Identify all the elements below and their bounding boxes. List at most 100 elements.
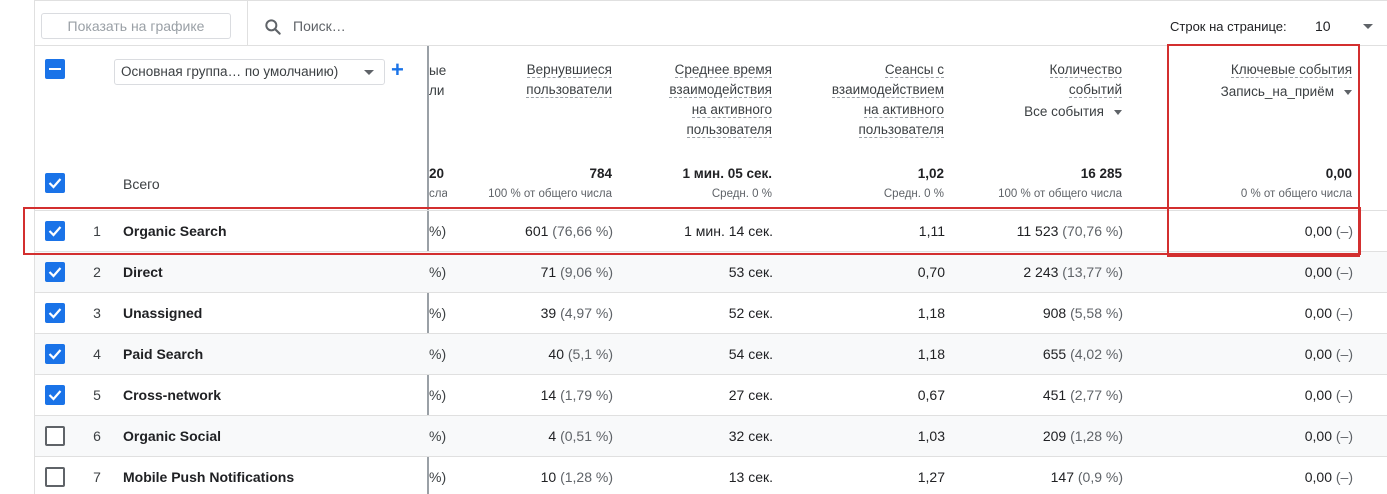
check-icon [48,226,62,237]
row-key-value: 0,00 [1304,305,1332,321]
header-line: Сеансы с [884,62,944,78]
row-returning-value: 14 [540,387,557,403]
row-avg-time: 53 сек. [728,264,773,280]
row-avg-time: 54 сек. [728,346,773,362]
check-icon [48,178,62,189]
row-checkbox[interactable] [45,303,65,323]
plus-icon[interactable]: + [391,57,404,83]
row-events: 2 243 (13,77 %) [1023,264,1123,280]
header-line: событий [1068,82,1122,98]
row-channel-name[interactable]: Paid Search [123,346,203,362]
row-index: 7 [93,469,101,485]
row-events-value: 2 243 [1023,264,1059,280]
header-key-events[interactable]: Ключевые события Запись_на_приём [1221,60,1352,102]
row-channel-name[interactable]: Direct [123,264,163,280]
header-returning-users[interactable]: Вернувшиеся пользователи [526,60,612,100]
header-line: пользователя [686,122,772,138]
totals-events-sub: 100 % от общего числа [998,188,1122,200]
row-events: 11 523 (70,76 %) [1017,223,1123,239]
row-avg-time: 1 мин. 14 сек. [684,223,773,239]
row-channel-name[interactable]: Organic Search [123,223,227,239]
totals-sessions: 1,02 [917,166,944,181]
search-input[interactable] [293,15,593,37]
table-row[interactable]: 4 Paid Search%) 40 (5,1 %) 54 сек. 1,18 655 (… [35,333,1387,374]
totals-returning-sub: 100 % от общего числа [488,188,612,200]
row-avg-time: 52 сек. [728,305,773,321]
header-cut-line: ли [429,83,445,98]
row-key-pct: (–) [1335,305,1353,321]
row-cut-value: %) [429,428,447,444]
totals-label: Всего [123,176,160,192]
rows-per-page-select[interactable]: 10 [1315,18,1331,34]
plot-rows-button[interactable]: Показать на графике [41,13,231,39]
totals-key-events-sub: 0 % от общего числа [1240,188,1352,200]
row-key-events: 0,00 (–) [1305,305,1353,321]
row-key-pct: (–) [1335,346,1353,362]
row-cut-value: %) [429,387,447,403]
row-index: 2 [93,264,101,280]
events-filter-dropdown[interactable]: Все события [1024,102,1122,122]
dimension-selector[interactable]: Основная группа… по умолчанию) [114,59,385,85]
totals-cut-sub: сла [429,188,447,200]
row-key-events: 0,00 (–) [1305,223,1353,239]
row-channel-name[interactable]: Organic Social [123,428,221,444]
totals-key-events: 0,00 [1325,166,1352,181]
row-key-value: 0,00 [1304,264,1332,280]
totals-avg-time: 1 мин. 05 сек. [682,166,773,181]
row-channel-name[interactable]: Cross-network [123,387,221,403]
row-index: 3 [93,305,101,321]
search-icon[interactable] [263,17,283,37]
totals-checkbox[interactable] [45,173,65,193]
row-cut-value: %) [429,346,447,362]
row-checkbox[interactable] [45,262,65,282]
row-key-value: 0,00 [1304,387,1332,403]
header-avg-engagement-time[interactable]: Среднее время взаимодействия на активног… [669,60,772,140]
row-returning-value: 71 [540,264,557,280]
table-row[interactable]: 6 Organic Social%) 4 (0,51 %) 32 сек. 1,03 20… [35,415,1387,456]
row-cut-value: %) [429,223,447,239]
row-sessions: 1,18 [917,346,945,362]
table-row[interactable]: 1 Organic Search%) 601 (76,66 %) 1 мин. 14 … [35,210,1387,251]
row-checkbox[interactable] [45,426,65,446]
table-row[interactable]: 2 Direct%) 71 (9,06 %) 53 сек. 0,70 2 243 (13… [35,251,1387,292]
row-returning: 40 (5,1 %) [548,346,613,362]
chevron-down-icon[interactable] [1363,24,1373,29]
row-events-pct: (1,28 %) [1070,428,1123,444]
row-key-pct: (–) [1335,428,1353,444]
row-returning: 39 (4,97 %) [541,305,613,321]
row-returning-value: 10 [540,469,557,485]
row-returning-value: 601 [525,223,549,239]
dimension-selector-label: Основная группа… по умолчанию) [121,64,339,79]
row-events-pct: (5,58 %) [1070,305,1123,321]
row-key-value: 0,00 [1304,346,1332,362]
row-checkbox[interactable] [45,344,65,364]
header-line: пользователи [526,82,612,98]
header-line: Среднее время [674,62,772,78]
row-returning: 14 (1,79 %) [541,387,613,403]
table-row[interactable]: 5 Cross-network%) 14 (1,79 %) 27 сек. 0,67 45… [35,374,1387,415]
check-icon [48,390,62,401]
row-checkbox[interactable] [45,385,65,405]
header-engaged-sessions[interactable]: Сеансы с взаимодействием на активного по… [831,60,944,140]
row-returning: 4 (0,51 %) [548,428,613,444]
key-events-filter-dropdown[interactable]: Запись_на_приём [1221,82,1352,102]
table-row[interactable]: 7 Mobile Push Notifications%) 10 (1,28 %) 1… [35,456,1387,494]
row-channel-name[interactable]: Unassigned [123,305,202,321]
header-line: взаимодействия [669,82,772,98]
row-checkbox[interactable] [45,467,65,487]
row-sessions: 1,27 [917,469,945,485]
row-returning-pct: (0,51 %) [560,428,613,444]
row-channel-name[interactable]: Mobile Push Notifications [123,469,294,485]
table-row[interactable]: 3 Unassigned%) 39 (4,97 %) 52 сек. 1,18 908 (… [35,292,1387,333]
header-line: Ключевые события [1230,62,1352,78]
select-all-checkbox[interactable] [45,59,65,79]
row-index: 5 [93,387,101,403]
row-events-pct: (70,76 %) [1062,223,1123,239]
header-event-count[interactable]: Количество событий Все события [1024,60,1122,122]
row-cut-value: %) [429,305,447,321]
row-key-events: 0,00 (–) [1305,469,1353,485]
totals-cut-value: 20 [429,166,445,181]
row-checkbox[interactable] [45,221,65,241]
row-returning-value: 40 [548,346,564,362]
row-key-events: 0,00 (–) [1305,428,1353,444]
